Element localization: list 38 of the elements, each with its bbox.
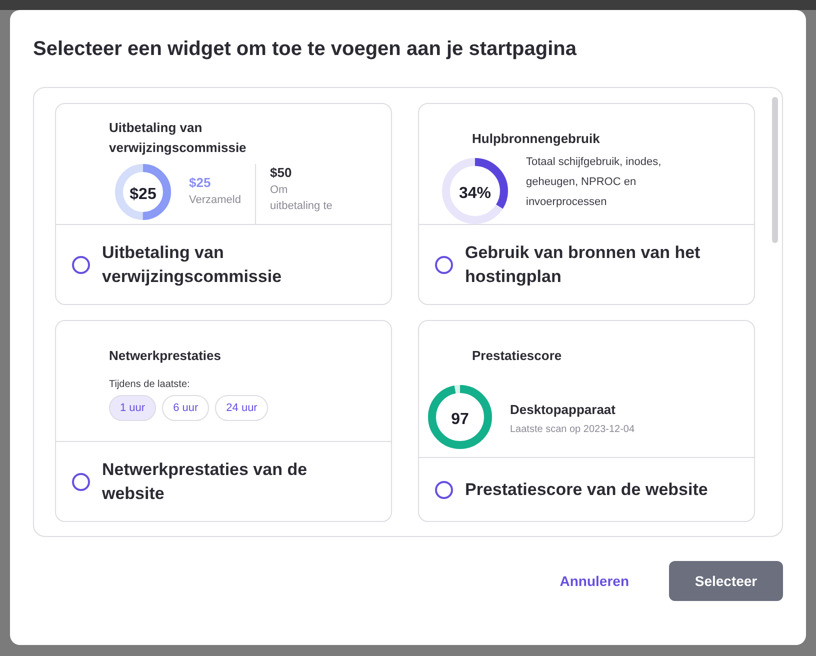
radio-button[interactable] bbox=[72, 256, 90, 274]
dialog-title: Selecteer een widget om toe te voegen aan je startpagina bbox=[33, 38, 578, 61]
period-chip[interactable]: 24 uur bbox=[215, 395, 268, 421]
widget-description: Totaal schijfgebruik, inodes, geheugen, NPROC en invoerprocessen bbox=[526, 155, 662, 210]
widget-card[interactable]: Uitbetaling van verwijzingscommissie $25 $25 Verzameld $50 Om uitbetaling te Uitbetaling van verwijzingscommissie bbox=[55, 103, 392, 305]
period-label: Tijdens de laatste: bbox=[109, 379, 191, 390]
widget-title: Prestatiescore bbox=[472, 347, 563, 365]
widget-label: Uitbetaling van verwijzingscommissie bbox=[102, 242, 283, 288]
gauge-value: 97 bbox=[451, 412, 469, 428]
widget-label: Prestatiescore van de website bbox=[465, 478, 708, 500]
scan-note: Laatste scan op 2023-12-04 bbox=[510, 422, 635, 436]
select-button[interactable]: Selecteer bbox=[669, 561, 783, 601]
period-chip[interactable]: 6 uur bbox=[162, 395, 210, 421]
donut-gauge bbox=[115, 164, 171, 220]
target-label: Om bbox=[270, 183, 289, 198]
score-gauge bbox=[428, 385, 492, 449]
scrollbar[interactable] bbox=[772, 97, 778, 243]
period-chip[interactable]: 1 uur bbox=[109, 395, 156, 421]
widget-card[interactable]: Hulpbronnengebruik 34% Totaal schijfgebruik, inodes, geheugen, NPROC en invoerprocessen Gebruik van bronnen van het hostingplan bbox=[418, 103, 755, 305]
widget-title: Hulpbronnengebruik bbox=[472, 130, 601, 148]
donut-gauge bbox=[442, 158, 508, 224]
widget-label: Netwerkprestaties van de website bbox=[102, 458, 308, 504]
target-amount: $50 bbox=[270, 164, 293, 182]
radio-button[interactable] bbox=[435, 256, 453, 274]
collected-label: Verzameld bbox=[189, 193, 241, 208]
widget-title: Netwerkprestaties bbox=[109, 347, 222, 365]
widget-label: Gebruik van bronnen van het hostingplan bbox=[465, 242, 702, 288]
gauge-value: 34% bbox=[458, 186, 492, 202]
widget-card[interactable]: Netwerkprestaties Tijdens de laatste: 1 uur 6 uur 24 uur Netwerkprestaties van de website bbox=[55, 320, 392, 522]
widget-card[interactable]: Prestatiescore 97 Desktopapparaat Laatste scan op 2023-12-04 Prestatiescore van de website bbox=[418, 320, 755, 522]
collected-amount: $25 bbox=[189, 174, 212, 192]
device-label: Desktopapparaat bbox=[510, 402, 616, 418]
widget-title: Uitbetaling van verwijzingscommissie bbox=[109, 119, 248, 157]
gauge-value: $25 bbox=[130, 186, 156, 202]
target-label: uitbetaling te bbox=[270, 199, 332, 214]
cancel-button[interactable]: Annuleren bbox=[560, 573, 629, 589]
radio-button[interactable] bbox=[435, 480, 453, 498]
radio-button[interactable] bbox=[72, 472, 90, 490]
